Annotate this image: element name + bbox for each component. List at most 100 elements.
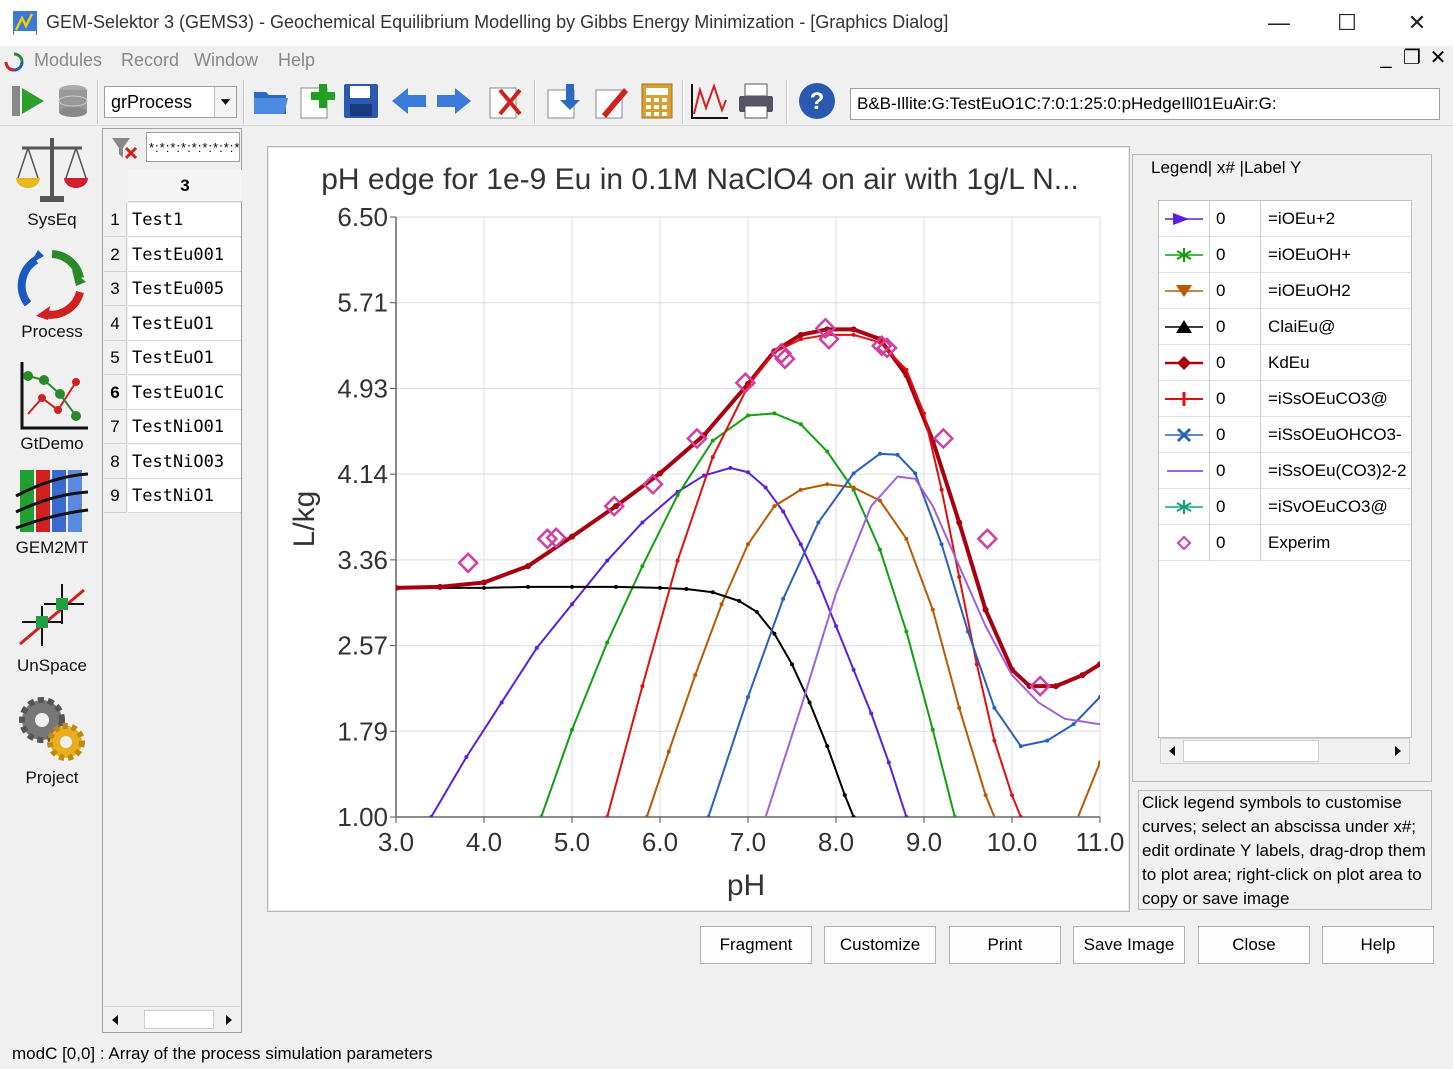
open-folder-icon[interactable] <box>250 80 292 122</box>
legend-symbol[interactable] <box>1159 309 1210 345</box>
chevron-down-icon[interactable] <box>214 87 236 117</box>
module-gtdemo[interactable]: GtDemo <box>6 358 98 454</box>
menu-record[interactable]: Record <box>121 50 179 71</box>
chevron-left-icon[interactable] <box>106 1011 124 1029</box>
previous-record-icon[interactable] <box>388 80 430 122</box>
maximize-button[interactable]: ☐ <box>1324 8 1370 38</box>
legend-horizontal-scrollbar[interactable] <box>1160 738 1410 764</box>
module-process[interactable]: Process <box>6 248 98 342</box>
print-button[interactable]: Print <box>949 926 1061 964</box>
legend-row[interactable]: 0 KdEu <box>1159 345 1411 381</box>
legend-symbol[interactable] <box>1159 345 1210 381</box>
legend-symbol[interactable] <box>1159 525 1210 561</box>
module-sysEq[interactable]: SysEq <box>6 134 98 230</box>
legend-x-index[interactable]: 0 <box>1211 381 1261 417</box>
mdi-minimize-button[interactable]: _ <box>1374 46 1398 70</box>
new-record-icon[interactable] <box>295 80 337 122</box>
help-question-icon[interactable]: ? <box>796 80 838 122</box>
list-item[interactable]: TestNiO1 <box>128 479 241 513</box>
menu-modules[interactable]: Modules <box>34 50 102 71</box>
legend-row[interactable]: 0 Experim <box>1159 525 1411 561</box>
legend-x-index[interactable]: 0 <box>1211 309 1261 345</box>
legend-label[interactable]: Experim <box>1263 525 1411 561</box>
legend-x-index[interactable]: 0 <box>1211 273 1261 309</box>
legend-row[interactable]: 0 =iSvOEuCO3@ <box>1159 489 1411 525</box>
legend-symbol[interactable] <box>1159 489 1210 525</box>
list-item[interactable]: TestEu005 <box>128 272 241 306</box>
chevron-left-icon[interactable] <box>1163 742 1181 760</box>
legend-label[interactable]: =iOEuOH+ <box>1263 237 1411 273</box>
save-icon[interactable] <box>340 80 382 122</box>
calculator-icon[interactable] <box>636 80 678 122</box>
fragment-button[interactable]: Fragment <box>700 926 812 964</box>
process-type-combo[interactable]: grProcess <box>104 86 237 118</box>
chevron-right-icon[interactable] <box>1389 742 1407 760</box>
list-item[interactable]: TestNiO01 <box>128 410 241 444</box>
chevron-right-icon[interactable] <box>220 1011 238 1029</box>
legend-row[interactable]: 0 =iOEuOH2 <box>1159 273 1411 309</box>
scrollbar-thumb[interactable] <box>144 1010 214 1029</box>
legend-x-index[interactable]: 0 <box>1211 237 1261 273</box>
mdi-close-button[interactable]: ✕ <box>1426 46 1450 70</box>
scrollbar-thumb[interactable] <box>1183 740 1319 762</box>
record-filter-input[interactable]: *:*:*:*:*:*:*:*:*: <box>146 132 240 162</box>
mdi-restore-button[interactable]: ❐ <box>1400 46 1424 70</box>
minimize-button[interactable]: — <box>1256 8 1302 38</box>
next-record-icon[interactable] <box>433 80 475 122</box>
module-gem2mt[interactable]: GEM2MT <box>6 466 98 558</box>
legend-symbol[interactable] <box>1159 453 1210 489</box>
legend-x-index[interactable]: 0 <box>1211 453 1261 489</box>
list-item[interactable]: Test1 <box>128 203 241 237</box>
list-item[interactable]: TestEuO1 <box>128 307 241 341</box>
list-column-header[interactable]: 3 <box>128 170 242 202</box>
customize-button[interactable]: Customize <box>824 926 936 964</box>
legend-x-index[interactable]: 0 <box>1211 489 1261 525</box>
module-project[interactable]: Project <box>6 692 98 788</box>
legend-row[interactable]: 0 =iSsOEuCO3@ <box>1159 381 1411 417</box>
database-icon[interactable] <box>52 80 94 122</box>
record-key-field[interactable]: B&B-Illite:G:TestEuO1C:7:0:1:25:0:pHedge… <box>850 88 1440 120</box>
menu-help[interactable]: Help <box>278 50 315 71</box>
chart-svg[interactable]: pH edge for 1e-9 Eu in 0.1M NaClO4 on ai… <box>268 147 1129 911</box>
list-item[interactable]: TestNiO03 <box>128 445 241 479</box>
help-button[interactable]: Help <box>1322 926 1434 964</box>
plot-area[interactable]: pH edge for 1e-9 Eu in 0.1M NaClO4 on ai… <box>267 146 1130 912</box>
edit-remake-icon[interactable] <box>590 80 632 122</box>
module-unspace[interactable]: UnSpace <box>6 580 98 676</box>
legend-label[interactable]: =iSvOEuCO3@ <box>1263 489 1411 525</box>
list-item[interactable]: TestEuO1 <box>128 341 241 375</box>
legend-symbol[interactable] <box>1159 417 1210 453</box>
list-horizontal-scrollbar[interactable] <box>104 1006 240 1032</box>
legend-symbol[interactable] <box>1159 381 1210 417</box>
legend-x-index[interactable]: 0 <box>1211 525 1261 561</box>
legend-label[interactable]: =iSsOEuCO3@ <box>1263 381 1411 417</box>
legend-label[interactable]: =iSsOEu(CO3)2-2 <box>1263 453 1411 489</box>
legend-row[interactable]: 0 =iOEu+2 <box>1159 201 1411 237</box>
menu-window[interactable]: Window <box>194 50 258 71</box>
legend-label[interactable]: =iOEuOH2 <box>1263 273 1411 309</box>
legend-label[interactable]: =iSsOEuOHCO3- <box>1263 417 1411 453</box>
legend-symbol[interactable] <box>1159 237 1210 273</box>
printer-icon[interactable] <box>735 80 777 122</box>
close-window-button[interactable]: ✕ <box>1394 8 1440 38</box>
import-icon[interactable] <box>542 80 584 122</box>
close-button[interactable]: Close <box>1198 926 1310 964</box>
legend-row[interactable]: 0 =iSsOEu(CO3)2-2 <box>1159 453 1411 489</box>
filter-icon[interactable] <box>108 134 138 162</box>
run-calc-icon[interactable] <box>8 80 50 122</box>
legend-row[interactable]: 0 =iSsOEuOHCO3- <box>1159 417 1411 453</box>
legend-label[interactable]: KdEu <box>1263 345 1411 381</box>
legend-x-index[interactable]: 0 <box>1211 345 1261 381</box>
legend-row[interactable]: 0 =iOEuOH+ <box>1159 237 1411 273</box>
legend-symbol[interactable] <box>1159 273 1210 309</box>
list-item-selected[interactable]: TestEuO1C <box>128 376 241 410</box>
legend-x-index[interactable]: 0 <box>1211 201 1261 237</box>
plot-graph-icon[interactable] <box>688 80 730 122</box>
save-image-button[interactable]: Save Image <box>1073 926 1185 964</box>
legend-x-index[interactable]: 0 <box>1211 417 1261 453</box>
legend-label[interactable]: ClaiEu@ <box>1263 309 1411 345</box>
list-item[interactable]: TestEu001 <box>128 238 241 272</box>
legend-row[interactable]: 0 ClaiEu@ <box>1159 309 1411 345</box>
legend-symbol[interactable] <box>1159 201 1210 237</box>
legend-label[interactable]: =iOEu+2 <box>1263 201 1411 237</box>
